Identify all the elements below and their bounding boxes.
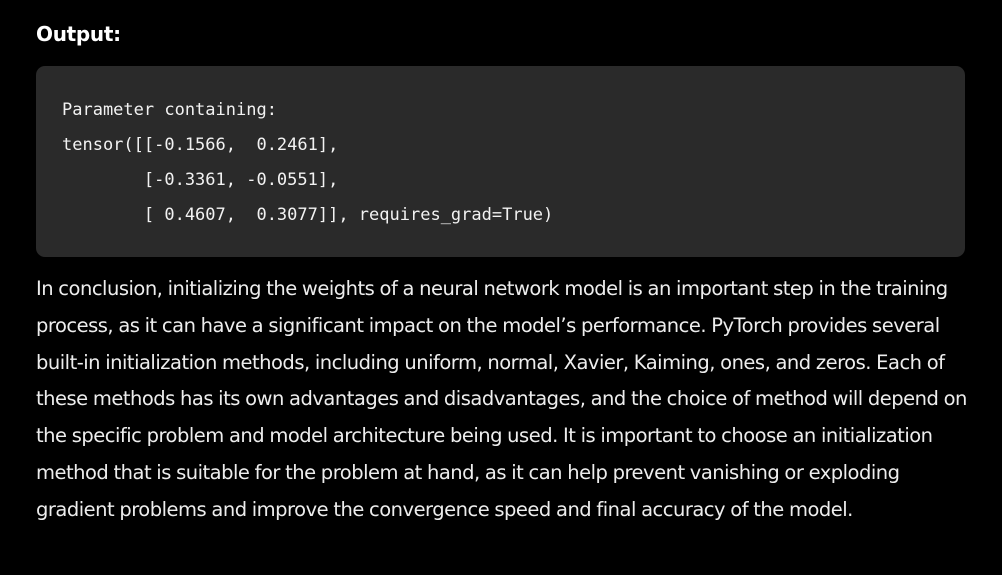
code-line: tensor([[-0.1566, 0.2461], [62,135,339,155]
code-output-block: Parameter containing: tensor([[-0.1566, … [36,66,965,257]
article-page: Output: Parameter containing: tensor([[-… [0,0,1002,575]
code-line: [ 0.4607, 0.3077]], requires_grad=True) [62,205,554,225]
conclusion-paragraph: In conclusion, initializing the weights … [36,277,967,521]
code-line: [-0.3361, -0.0551], [62,170,339,190]
output-heading: Output: [36,22,121,46]
code-line: Parameter containing: [62,100,277,120]
